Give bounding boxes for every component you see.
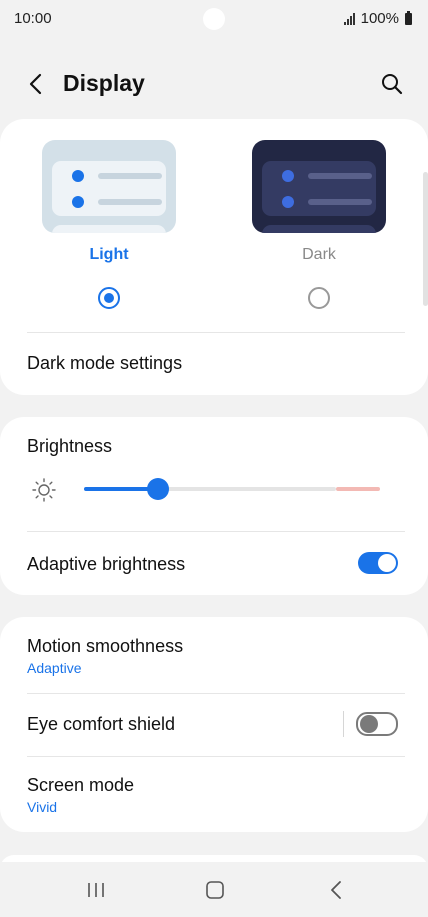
- status-time: 10:00: [14, 10, 52, 27]
- sun-icon: [32, 478, 56, 502]
- preview-panel: [262, 161, 376, 216]
- dark-mode-settings-item[interactable]: Dark mode settings: [0, 333, 428, 395]
- preview-line: [308, 173, 372, 179]
- home-icon: [206, 881, 224, 899]
- status-bar: 10:00 100%: [0, 0, 428, 40]
- preview-line: [308, 199, 372, 205]
- preview-panel-bottom: [52, 225, 166, 233]
- app-header: Display: [0, 56, 428, 112]
- brightness-label: Brightness: [27, 436, 113, 456]
- camera-cutout: [203, 8, 225, 30]
- battery-percent: 100%: [360, 10, 399, 27]
- preview-panel-bottom: [262, 225, 376, 233]
- search-button[interactable]: [378, 70, 406, 98]
- eye-comfort-shield-item[interactable]: Eye comfort shield: [0, 694, 428, 756]
- eye-comfort-shield-label: Eye comfort shield: [27, 714, 176, 734]
- screen-mode-item[interactable]: Screen mode Vivid: [0, 757, 428, 832]
- recent-apps-button[interactable]: [78, 874, 114, 906]
- preview-dot: [72, 170, 84, 182]
- eye-comfort-shield-toggle[interactable]: [356, 712, 398, 736]
- theme-card: Light Dark Dark mode settings: [0, 119, 428, 395]
- motion-smoothness-label: Motion smoothness: [27, 636, 184, 656]
- brightness-card: Brightness Adaptive brightness: [0, 417, 428, 595]
- slider-track: [158, 487, 336, 491]
- nav-back-button[interactable]: [318, 874, 354, 906]
- dark-theme-label[interactable]: Dark: [252, 246, 386, 264]
- home-button[interactable]: [197, 874, 233, 906]
- status-indicators: 100%: [343, 10, 412, 27]
- display-options-card: Motion smoothness Adaptive Eye comfort s…: [0, 617, 428, 832]
- screen-mode-label: Screen mode: [27, 775, 135, 795]
- page-title: Display: [63, 70, 145, 96]
- toggle-knob: [360, 715, 378, 733]
- slider-high-zone: [336, 487, 380, 491]
- back-button[interactable]: [22, 70, 50, 98]
- preview-dot: [282, 196, 294, 208]
- preview-line: [98, 199, 162, 205]
- light-theme-label[interactable]: Light: [42, 246, 176, 264]
- slider-thumb[interactable]: [147, 478, 169, 500]
- battery-icon: [405, 10, 412, 25]
- adaptive-brightness-label: Adaptive brightness: [27, 554, 186, 574]
- adaptive-brightness-toggle[interactable]: [358, 552, 398, 574]
- screen-mode-value: Vivid: [27, 799, 58, 815]
- scroll-indicator[interactable]: [423, 172, 428, 306]
- search-icon: [382, 74, 403, 95]
- motion-smoothness-item[interactable]: Motion smoothness Adaptive: [0, 617, 428, 693]
- signal-icon: [343, 12, 355, 25]
- preview-dot: [72, 196, 84, 208]
- preview-panel: [52, 161, 166, 216]
- preview-line: [98, 173, 162, 179]
- light-theme-preview[interactable]: [42, 140, 176, 233]
- preview-dot: [282, 170, 294, 182]
- light-theme-radio[interactable]: [98, 287, 120, 309]
- motion-smoothness-value: Adaptive: [27, 660, 82, 676]
- navigation-bar: [0, 862, 428, 917]
- dark-mode-settings-label: Dark mode settings: [27, 353, 183, 373]
- vertical-separator: [343, 711, 344, 737]
- recent-apps-icon: [88, 883, 104, 897]
- dark-theme-preview[interactable]: [252, 140, 386, 233]
- dark-theme-radio[interactable]: [308, 287, 330, 309]
- nav-back-icon: [331, 881, 341, 899]
- adaptive-brightness-item[interactable]: Adaptive brightness: [0, 532, 428, 595]
- toggle-knob: [378, 554, 396, 572]
- back-arrow-icon: [29, 73, 42, 95]
